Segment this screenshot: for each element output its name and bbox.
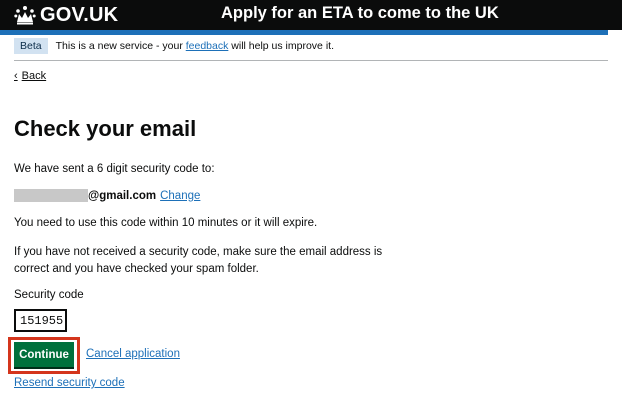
crown-icon [14,6,36,25]
spam-text: If you have not received a security code… [14,246,383,275]
feedback-link[interactable]: feedback [186,40,229,52]
back-link[interactable]: ‹ Back [14,70,46,82]
phase-banner: Beta This is a new service - your feedba… [14,38,334,54]
resend-code-link[interactable]: Resend security code [14,377,125,389]
chevron-left-icon: ‹ [14,70,18,82]
security-code-input[interactable]: 151955 [14,309,67,332]
phase-banner-text: This is a new service - your feedback wi… [56,40,334,52]
continue-button[interactable]: Continue [14,342,74,367]
phase-text-after: will help us improve it. [228,40,334,52]
logo-text: GOV.UK [40,3,119,26]
back-link-label: Back [21,70,47,82]
service-name[interactable]: Apply for an ETA to come to the UK [221,4,499,23]
phase-text-before: This is a new service - your [55,40,186,52]
cancel-application-link[interactable]: Cancel application [86,348,180,360]
redacted-email-block [14,189,88,202]
security-code-label: Security code [14,289,84,301]
sent-text: We have sent a 6 digit security code to: [14,163,215,175]
email-row: @gmail.com Change [14,189,200,202]
expiry-text: You need to use this code within 10 minu… [14,217,318,229]
site-header: GOV.UK Apply for an ETA to come to the U… [0,0,622,30]
header-blue-bar [0,30,608,35]
beta-tag: Beta [14,38,48,54]
email-domain: @gmail.com [88,189,157,202]
phase-divider [14,60,608,61]
govuk-logo[interactable]: GOV.UK [14,3,118,27]
page-title: Check your email [14,116,197,141]
change-email-link[interactable]: Change [160,190,200,202]
